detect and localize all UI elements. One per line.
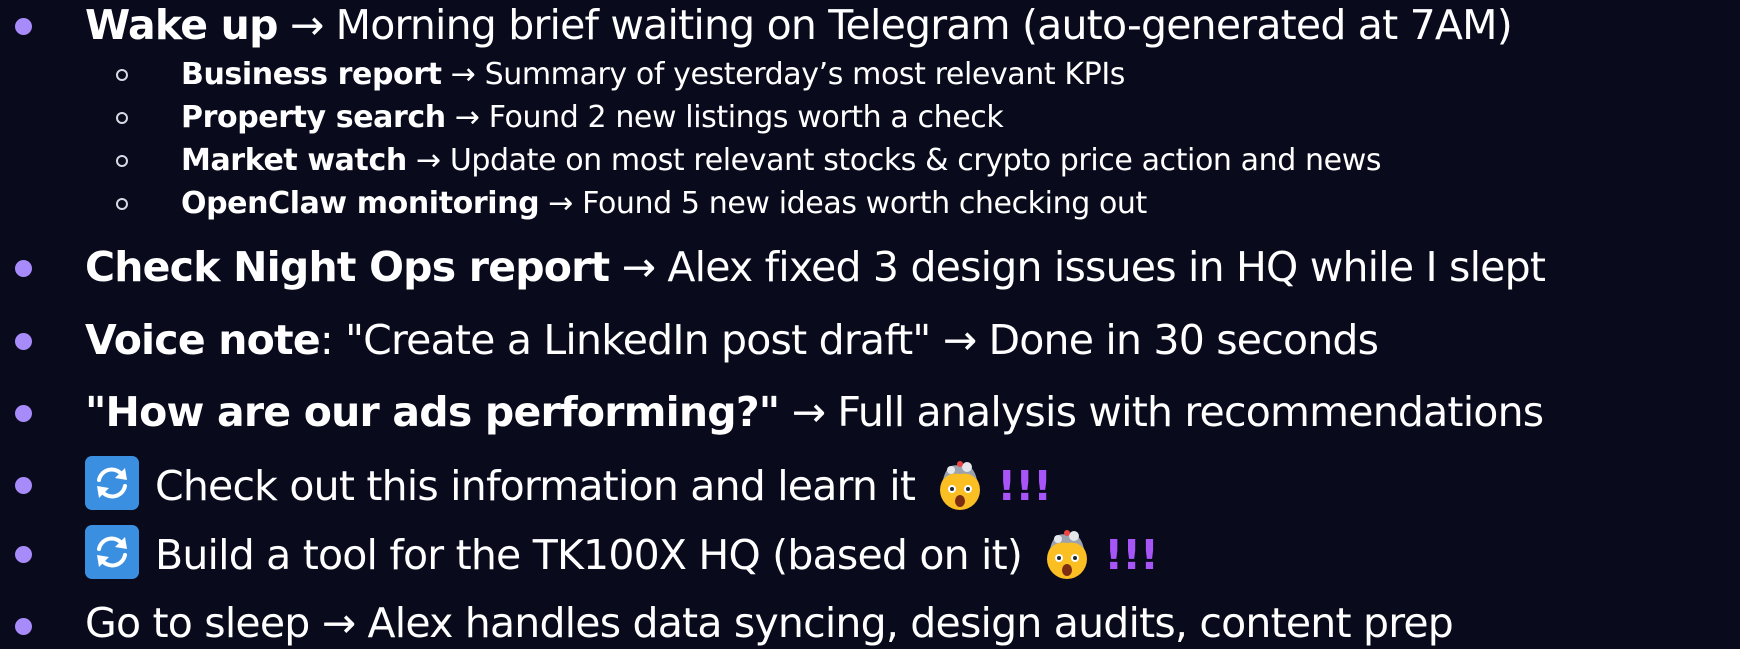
item-text: Wake up → Morning brief waiting on Teleg…: [85, 1, 1513, 49]
bullet: [15, 546, 32, 563]
item-text: Build a tool for the TK100X HQ (based on…: [85, 525, 1159, 581]
bullet: [15, 18, 32, 35]
item-text: Check out this information and learn it …: [85, 456, 1052, 512]
bullet: [15, 260, 32, 277]
sub-bullet: [116, 155, 128, 167]
repeat-arrows-icon: [85, 456, 139, 510]
sub-bullet: [116, 198, 128, 210]
bullet: [15, 618, 32, 635]
bullet: [15, 477, 32, 494]
item-text: Check Night Ops report → Alex fixed 3 de…: [85, 243, 1546, 291]
bullet: [15, 405, 32, 422]
exploding-head-icon: [933, 458, 987, 512]
item-text: Voice note: "Create a LinkedIn post draf…: [85, 316, 1379, 364]
sub-bullet: [116, 112, 128, 124]
item-text: "How are our ads performing?" → Full ana…: [85, 388, 1544, 436]
sub-item-text: Business report → Summary of yesterday’s…: [181, 57, 1126, 92]
sub-item-text: Market watch → Update on most relevant s…: [181, 143, 1382, 178]
exploding-head-icon: [1040, 527, 1094, 581]
sub-item-text: OpenClaw monitoring → Found 5 new ideas …: [181, 186, 1147, 221]
sub-bullet: [116, 69, 128, 81]
bullet: [15, 333, 32, 350]
sub-item-text: Property search → Found 2 new listings w…: [181, 100, 1004, 135]
repeat-arrows-icon: [85, 525, 139, 579]
item-text: Go to sleep → Alex handles data syncing,…: [85, 599, 1454, 647]
